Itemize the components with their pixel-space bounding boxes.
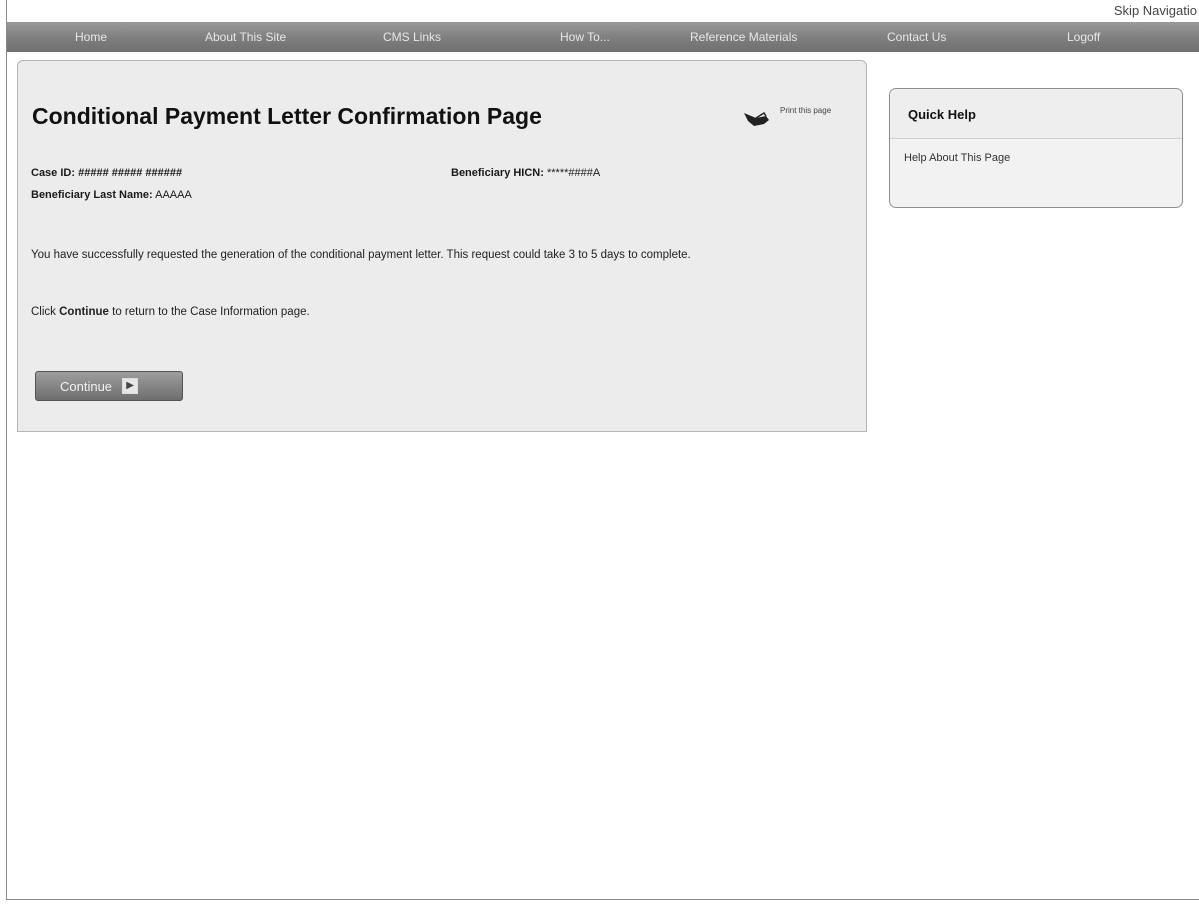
help-about-this-page-link[interactable]: Help About This Page xyxy=(890,139,1182,164)
quick-help-title: Quick Help xyxy=(890,89,1182,139)
nav-reference-materials[interactable]: Reference Materials xyxy=(690,30,797,44)
hicn-value: *****####A xyxy=(546,167,601,179)
instruction-text: Click Continue to return to the Case Inf… xyxy=(31,303,861,321)
arrow-right-icon: ▶ xyxy=(122,378,139,394)
hand-pointer-icon[interactable] xyxy=(742,109,772,129)
instruction-suffix: to return to the Case Information page. xyxy=(108,306,310,318)
instruction-bold: Continue xyxy=(59,306,109,318)
confirmation-panel: Conditional Payment Letter Confirmation … xyxy=(17,60,867,432)
page-title: Conditional Payment Letter Confirmation … xyxy=(32,103,542,129)
case-id-label: Case ID: xyxy=(31,167,76,179)
main-nav: Home About This Site CMS Links How To...… xyxy=(7,22,1199,52)
continue-label: Continue xyxy=(60,378,113,394)
last-name-value: AAAAA xyxy=(155,189,192,201)
nav-cms-links[interactable]: CMS Links xyxy=(383,30,441,44)
hicn-field: Beneficiary HICN: *****####A xyxy=(451,167,600,179)
skip-navigation-link[interactable]: Skip Navigatio xyxy=(1114,3,1197,18)
last-name-label: Beneficiary Last Name: xyxy=(31,189,153,201)
continue-button[interactable]: Continue ▶ xyxy=(35,371,183,401)
page-frame: Skip Navigatio Home About This Site CMS … xyxy=(6,0,1199,900)
nav-contact-us[interactable]: Contact Us xyxy=(887,30,946,44)
nav-home[interactable]: Home xyxy=(75,30,107,44)
success-message: You have successfully requested the gene… xyxy=(31,249,691,261)
quick-help-panel: Quick Help Help About This Page xyxy=(889,88,1183,208)
last-name-field: Beneficiary Last Name: AAAAA xyxy=(31,189,192,201)
case-id-value: ##### ##### ###### xyxy=(78,167,183,179)
hicn-label: Beneficiary HICN: xyxy=(451,167,544,179)
nav-logoff[interactable]: Logoff xyxy=(1067,30,1100,44)
case-id-field: Case ID: ##### ##### ###### xyxy=(31,167,182,179)
nav-how-to[interactable]: How To... xyxy=(560,30,610,44)
print-page-link[interactable]: Print this page xyxy=(780,106,831,115)
instruction-prefix: Click xyxy=(31,306,60,318)
nav-about-this-site[interactable]: About This Site xyxy=(205,30,286,44)
